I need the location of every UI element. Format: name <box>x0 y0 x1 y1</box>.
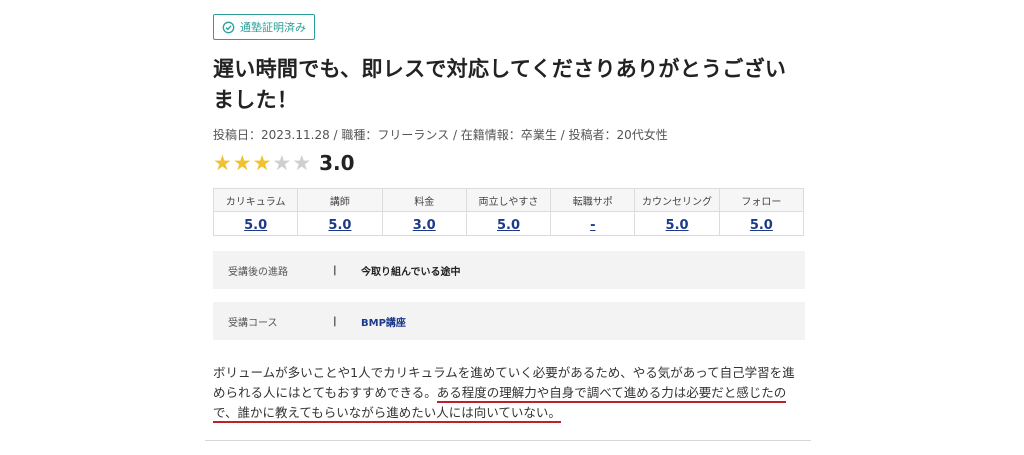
info-row-career-path: 受講後の進路 | 今取り組んでいる途中 <box>213 251 805 289</box>
check-circle-icon <box>222 21 235 34</box>
section-divider <box>205 440 811 441</box>
star-filled-icon: ★ <box>213 151 232 175</box>
score-link-instructor[interactable]: 5.0 <box>328 218 351 233</box>
rating-score: 3.0 <box>319 151 355 175</box>
star-empty-icon: ★ <box>272 151 292 175</box>
score-table-value-row: 5.0 5.0 3.0 5.0 - 5.0 5.0 <box>212 211 805 236</box>
overall-rating: ★ ★ ★ ★ ★ 3.0 <box>213 150 805 176</box>
verified-badge: 通塾証明済み <box>213 14 315 40</box>
score-cell: 5.0 <box>718 211 805 236</box>
score-cell: - <box>550 211 636 236</box>
score-link-balance[interactable]: 5.0 <box>497 218 520 233</box>
score-header: 両立しやすさ <box>465 188 552 212</box>
score-header: 転職サポ <box>550 188 636 212</box>
score-cell: 3.0 <box>381 211 467 236</box>
review-card: 通塾証明済み 遅い時間でも、即レスで対応してくださりありがとうございました！ 投… <box>212 14 805 436</box>
review-title: 遅い時間でも、即レスで対応してくださりありがとうございました！ <box>213 57 787 112</box>
review-body: ボリュームが多いことや1人でカリキュラムを進めていく必要があるため、やる気があっ… <box>213 363 805 423</box>
score-header: カリキュラム <box>212 188 299 212</box>
info-label: 受講コース <box>228 317 278 329</box>
score-cell: 5.0 <box>634 211 720 236</box>
review-meta: 投稿日：2023.11.28 / 職種：フリーランス / 在籍情報：卒業生 / … <box>213 128 668 142</box>
score-link-follow-up[interactable]: 5.0 <box>750 218 773 233</box>
course-link[interactable]: BMP講座 <box>361 314 406 329</box>
info-row-course: 受講コース | BMP講座 <box>213 302 805 340</box>
score-link-price[interactable]: 3.0 <box>413 218 436 233</box>
score-link-career-support[interactable]: - <box>590 218 595 233</box>
score-link-curriculum[interactable]: 5.0 <box>244 218 267 233</box>
star-filled-icon: ★ <box>252 151 272 175</box>
score-header: カウンセリング <box>634 188 720 212</box>
verified-badge-label: 通塾証明済み <box>240 21 306 34</box>
score-table-header-row: カリキュラム 講師 料金 両立しやすさ 転職サポ カウンセリング フォロー <box>212 188 805 212</box>
score-cell: 5.0 <box>297 211 383 236</box>
score-header: 講師 <box>297 188 383 212</box>
rating-stars: ★ ★ ★ ★ ★ <box>213 152 311 174</box>
score-header: 料金 <box>381 188 467 212</box>
star-filled-icon: ★ <box>232 151 252 175</box>
info-value: 今取り組んでいる途中 <box>361 266 461 278</box>
score-cell: 5.0 <box>465 211 552 236</box>
info-separator: | <box>333 264 337 276</box>
info-label: 受講後の進路 <box>228 266 288 278</box>
category-score-table: カリキュラム 講師 料金 両立しやすさ 転職サポ カウンセリング フォロー 5.… <box>212 188 805 236</box>
score-cell: 5.0 <box>212 211 299 236</box>
star-empty-icon: ★ <box>292 151 312 175</box>
info-separator: | <box>333 315 337 327</box>
score-link-counseling[interactable]: 5.0 <box>666 218 689 233</box>
score-header: フォロー <box>718 188 805 212</box>
